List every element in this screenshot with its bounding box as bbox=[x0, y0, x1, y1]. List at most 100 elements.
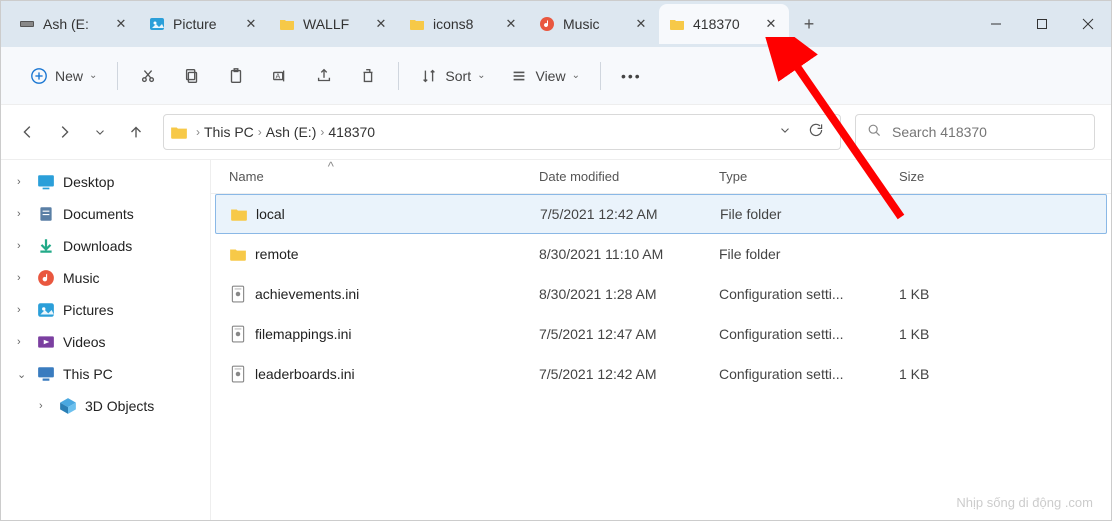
file-row[interactable]: leaderboards.ini7/5/2021 12:42 AMConfigu… bbox=[211, 354, 1111, 394]
breadcrumb[interactable]: › This PC › Ash (E:) › 418370 bbox=[163, 114, 841, 150]
new-tab-button[interactable]: + bbox=[789, 4, 829, 44]
separator bbox=[398, 62, 399, 90]
file-name: leaderboards.ini bbox=[255, 366, 355, 382]
copy-button[interactable] bbox=[172, 60, 212, 92]
trash-icon bbox=[358, 66, 378, 86]
forward-button[interactable] bbox=[53, 121, 75, 143]
folder-icon bbox=[230, 205, 248, 223]
column-size-label: Size bbox=[899, 169, 924, 184]
address-row: › This PC › Ash (E:) › 418370 bbox=[1, 105, 1111, 159]
videos-icon bbox=[37, 333, 55, 351]
column-name[interactable]: Name^ bbox=[229, 169, 539, 184]
tab-ash[interactable]: Ash (E: ✕ bbox=[9, 4, 139, 44]
chevron-right-icon: › bbox=[17, 208, 29, 220]
column-size[interactable]: Size bbox=[899, 169, 989, 184]
sidebar-item-thispc[interactable]: ⌄This PC bbox=[1, 358, 210, 390]
close-icon[interactable]: ✕ bbox=[243, 16, 259, 32]
new-button[interactable]: New ⌄ bbox=[19, 60, 107, 92]
tab-wallf[interactable]: WALLF ✕ bbox=[269, 4, 399, 44]
file-size: 1 KB bbox=[899, 366, 989, 382]
file-date: 8/30/2021 11:10 AM bbox=[539, 246, 719, 262]
sidebar-item-documents[interactable]: ›Documents bbox=[1, 198, 210, 230]
folder-icon bbox=[170, 123, 188, 141]
rename-button[interactable]: A bbox=[260, 60, 300, 92]
tab-418370[interactable]: 418370 ✕ bbox=[659, 4, 789, 44]
chevron-right-icon[interactable]: › bbox=[258, 125, 262, 139]
tab-music[interactable]: Music ✕ bbox=[529, 4, 659, 44]
sidebar-item-music[interactable]: ›Music bbox=[1, 262, 210, 294]
sidebar-item-desktop[interactable]: ›Desktop bbox=[1, 166, 210, 198]
new-label: New bbox=[55, 68, 83, 84]
sidebar-label: 3D Objects bbox=[85, 398, 154, 414]
file-date: 7/5/2021 12:47 AM bbox=[539, 326, 719, 342]
nav-buttons bbox=[17, 121, 147, 143]
column-type-label: Type bbox=[719, 169, 747, 184]
sidebar-item-pictures[interactable]: › Pictures bbox=[1, 294, 210, 326]
paste-button[interactable] bbox=[216, 60, 256, 92]
chevron-right-icon[interactable]: › bbox=[320, 125, 324, 139]
file-row[interactable]: achievements.ini8/30/2021 1:28 AMConfigu… bbox=[211, 274, 1111, 314]
ini-file-icon bbox=[229, 285, 247, 303]
tab-pictures[interactable]: Picture ✕ bbox=[139, 4, 269, 44]
file-row[interactable]: local7/5/2021 12:42 AMFile folder bbox=[215, 194, 1107, 234]
search-box[interactable] bbox=[855, 114, 1095, 150]
computer-icon bbox=[37, 365, 55, 383]
rows: local7/5/2021 12:42 AMFile folderremote8… bbox=[211, 194, 1111, 520]
close-icon[interactable]: ✕ bbox=[113, 16, 129, 32]
breadcrumb-item-thispc[interactable]: This PC bbox=[204, 124, 254, 140]
close-window-button[interactable] bbox=[1065, 6, 1111, 42]
file-row[interactable]: filemappings.ini7/5/2021 12:47 AMConfigu… bbox=[211, 314, 1111, 354]
refresh-button[interactable] bbox=[808, 122, 824, 143]
separator bbox=[600, 62, 601, 90]
sidebar-label: Pictures bbox=[63, 302, 114, 318]
drive-icon bbox=[19, 16, 35, 32]
svg-text:A: A bbox=[276, 71, 281, 80]
view-icon bbox=[509, 66, 529, 86]
cut-button[interactable] bbox=[128, 60, 168, 92]
recent-dropdown[interactable] bbox=[89, 121, 111, 143]
chevron-right-icon: › bbox=[17, 304, 29, 316]
delete-button[interactable] bbox=[348, 60, 388, 92]
file-row[interactable]: remote8/30/2021 11:10 AMFile folder bbox=[211, 234, 1111, 274]
breadcrumb-item-folder[interactable]: 418370 bbox=[328, 124, 375, 140]
chevron-right-icon[interactable]: › bbox=[196, 125, 200, 139]
breadcrumb-item-drive[interactable]: Ash (E:) bbox=[266, 124, 317, 140]
view-label: View bbox=[535, 68, 565, 84]
column-date[interactable]: Date modified bbox=[539, 169, 719, 184]
chevron-down-icon[interactable] bbox=[778, 123, 792, 142]
ellipsis-icon: ••• bbox=[621, 68, 642, 84]
file-name: local bbox=[256, 206, 285, 222]
maximize-button[interactable] bbox=[1019, 6, 1065, 42]
ini-file-icon bbox=[229, 365, 247, 383]
view-button[interactable]: View ⌄ bbox=[499, 60, 589, 92]
file-type: Configuration setti... bbox=[719, 326, 899, 342]
tab-icons8[interactable]: icons8 ✕ bbox=[399, 4, 529, 44]
search-input[interactable] bbox=[892, 124, 1084, 140]
sort-button[interactable]: Sort ⌄ bbox=[409, 60, 495, 92]
chevron-down-icon: ⌄ bbox=[89, 70, 97, 81]
more-button[interactable]: ••• bbox=[611, 62, 652, 90]
folder-icon bbox=[669, 16, 685, 32]
back-button[interactable] bbox=[17, 121, 39, 143]
close-icon[interactable]: ✕ bbox=[633, 16, 649, 32]
minimize-button[interactable] bbox=[973, 6, 1019, 42]
close-icon[interactable]: ✕ bbox=[373, 16, 389, 32]
sort-asc-icon: ^ bbox=[328, 159, 334, 174]
close-icon[interactable]: ✕ bbox=[763, 16, 779, 32]
share-button[interactable] bbox=[304, 60, 344, 92]
sidebar-item-3dobjects[interactable]: ›3D Objects bbox=[1, 390, 210, 422]
chevron-down-icon: ⌄ bbox=[17, 368, 29, 381]
file-type: Configuration setti... bbox=[719, 366, 899, 382]
file-name: achievements.ini bbox=[255, 286, 359, 302]
rename-icon: A bbox=[270, 66, 290, 86]
up-button[interactable] bbox=[125, 121, 147, 143]
file-type: Configuration setti... bbox=[719, 286, 899, 302]
music-icon bbox=[539, 16, 555, 32]
sidebar-item-downloads[interactable]: ›Downloads bbox=[1, 230, 210, 262]
close-icon[interactable]: ✕ bbox=[503, 16, 519, 32]
pictures-icon bbox=[149, 16, 165, 32]
sidebar-item-videos[interactable]: ›Videos bbox=[1, 326, 210, 358]
column-name-label: Name bbox=[229, 169, 264, 184]
sidebar-label: Desktop bbox=[63, 174, 114, 190]
column-type[interactable]: Type bbox=[719, 169, 899, 184]
